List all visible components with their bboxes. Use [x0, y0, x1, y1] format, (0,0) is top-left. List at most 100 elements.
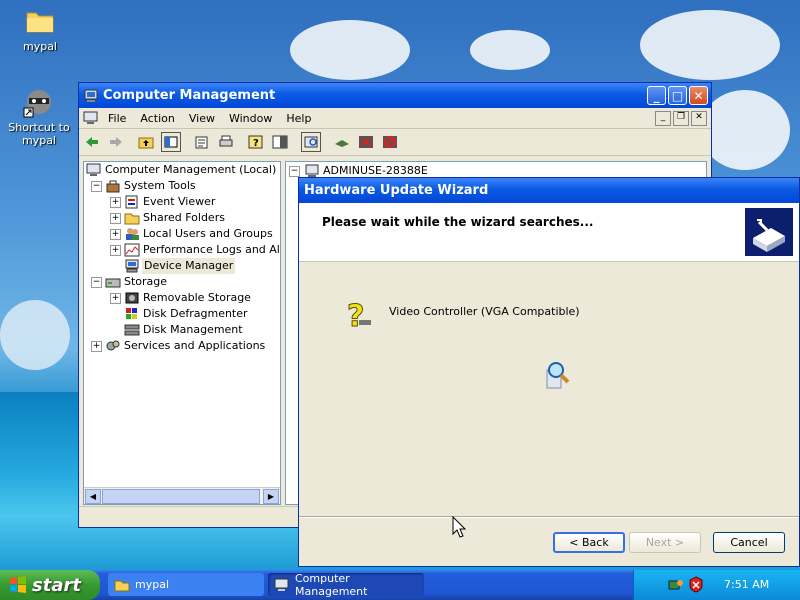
expand-toggle[interactable]: + — [110, 197, 121, 208]
next-button[interactable]: Next > — [629, 532, 701, 553]
menu-help[interactable]: Help — [279, 112, 318, 125]
mmc-icon — [83, 111, 99, 125]
collapse-toggle[interactable]: − — [91, 181, 102, 192]
close-button[interactable]: ✕ — [689, 86, 708, 105]
desktop-icon-label-line2: mypal — [21, 134, 56, 147]
security-shield-icon[interactable] — [688, 576, 704, 593]
system-tray: 7:51 AM — [633, 570, 800, 600]
raccoon-shortcut-icon — [23, 86, 55, 118]
mouse-cursor-icon — [452, 515, 467, 538]
disk-management-icon — [124, 323, 140, 337]
expand-toggle[interactable]: + — [110, 245, 121, 256]
hardware-wizard-icon — [745, 208, 793, 256]
taskbar-button-computer-management[interactable]: Computer Management — [268, 572, 424, 598]
tree-label-services-apps: Services and Applications — [124, 339, 266, 352]
menu-window[interactable]: Window — [222, 112, 279, 125]
forward-arrow-icon[interactable] — [107, 133, 125, 151]
desktop-icon-label-line1: Shortcut to — [8, 121, 70, 134]
up-folder-icon[interactable] — [137, 133, 155, 151]
computer-icon — [83, 88, 99, 104]
tree-item-root[interactable]: Computer Management (Local) — [84, 162, 280, 178]
properties-icon[interactable] — [193, 133, 211, 151]
svg-text:?: ? — [347, 299, 364, 332]
child-close-button[interactable]: ✕ — [691, 110, 707, 126]
help-icon[interactable]: ? — [247, 133, 265, 151]
tree-label-root: Computer Management (Local) — [105, 163, 277, 176]
tree-horizontal-scrollbar[interactable]: ◀ ▶ — [84, 487, 280, 504]
tree-item-perf-logs[interactable]: + Performance Logs and Alerts — [84, 242, 280, 258]
tree-item-storage[interactable]: − Storage — [84, 274, 280, 290]
minimize-button[interactable]: _ — [647, 86, 666, 105]
cm-titlebar[interactable]: Computer Management _ □ ✕ — [79, 83, 711, 108]
svg-text:?: ? — [253, 138, 259, 149]
desktop-icon-mypal[interactable]: mypal — [5, 5, 75, 53]
tree-item-device-manager[interactable]: Device Manager — [84, 258, 280, 274]
wizard-header: Please wait while the wizard searches... — [299, 203, 799, 262]
tree-item-services-apps[interactable]: + Services and Applications — [84, 338, 280, 354]
users-icon — [124, 227, 140, 241]
performance-icon — [124, 243, 140, 257]
event-viewer-icon — [124, 195, 140, 209]
tree-item-event-viewer[interactable]: + Event Viewer — [84, 194, 280, 210]
removable-storage-icon — [124, 291, 140, 305]
menu-view[interactable]: View — [182, 112, 222, 125]
collapse-toggle[interactable]: − — [289, 166, 300, 177]
back-button[interactable]: < Back — [553, 532, 625, 553]
expand-toggle[interactable]: + — [91, 341, 102, 352]
wizard-title: Hardware Update Wizard — [304, 183, 489, 198]
menu-file[interactable]: File — [101, 112, 133, 125]
tree-item-system-tools[interactable]: − System Tools — [84, 178, 280, 194]
tree-label-storage: Storage — [124, 275, 168, 288]
wizard-footer: < Back Next > Cancel — [299, 517, 799, 566]
start-button[interactable]: start — [0, 570, 100, 600]
network-icon[interactable] — [668, 577, 684, 593]
storage-icon — [105, 275, 121, 289]
close-icon: ✕ — [693, 88, 704, 103]
scroll-right-button[interactable]: ▶ — [263, 489, 279, 504]
computer-management-icon — [86, 163, 102, 177]
tree-label-event-viewer: Event Viewer — [143, 195, 216, 208]
menu-action[interactable]: Action — [133, 112, 181, 125]
taskbar-label: mypal — [135, 578, 170, 591]
expand-toggle[interactable]: + — [110, 213, 121, 224]
desktop-icon-shortcut-mypal[interactable]: Shortcut to mypal — [4, 86, 74, 147]
desktop-icon-label: mypal — [22, 40, 57, 53]
collapse-toggle[interactable]: − — [91, 277, 102, 288]
tree-item-disk-mgmt[interactable]: Disk Management — [84, 322, 280, 338]
print-icon[interactable] — [217, 133, 235, 151]
wizard-header-message: Please wait while the wizard searches... — [322, 215, 594, 229]
cm-menubar: File Action View Window Help _ ❐ ✕ — [79, 108, 711, 129]
device-manager-icon — [124, 259, 140, 273]
services-icon — [105, 339, 121, 353]
scroll-left-button[interactable]: ◀ — [85, 489, 101, 504]
tree-item-shared-folders[interactable]: + Shared Folders — [84, 210, 280, 226]
show-hide-tree-icon[interactable] — [161, 132, 181, 152]
taskbar-button-mypal[interactable]: mypal — [108, 573, 264, 596]
expand-toggle[interactable]: + — [110, 229, 121, 240]
child-minimize-button[interactable]: _ — [655, 110, 671, 126]
update-driver-icon[interactable] — [333, 133, 351, 151]
tree-item-disk-defrag[interactable]: Disk Defragmenter — [84, 306, 280, 322]
scroll-thumb[interactable] — [102, 489, 260, 504]
console-tree[interactable]: Computer Management (Local) − System Too… — [83, 161, 281, 505]
uninstall-icon[interactable] — [357, 133, 375, 151]
child-restore-button[interactable]: ❐ — [673, 110, 689, 126]
expand-toggle[interactable]: + — [110, 293, 121, 304]
cm-toolbar: ? — [79, 129, 711, 156]
back-arrow-icon[interactable] — [83, 133, 101, 151]
cancel-button[interactable]: Cancel — [713, 532, 785, 553]
hardware-update-wizard[interactable]: Hardware Update Wizard Please wait while… — [298, 177, 800, 567]
tree-label-shared-folders: Shared Folders — [143, 211, 225, 224]
minimize-icon: _ — [653, 88, 660, 103]
scan-hardware-icon[interactable] — [301, 132, 321, 152]
tree-item-removable-storage[interactable]: + Removable Storage — [84, 290, 280, 306]
taskbar: start mypal Computer Management ? ⇡⇣ 7:5… — [0, 570, 800, 600]
tree-label-perf-logs: Performance Logs and Alerts — [143, 243, 280, 256]
toolbox-icon — [105, 179, 121, 193]
tree-label-disk-mgmt: Disk Management — [143, 323, 243, 336]
wizard-titlebar[interactable]: Hardware Update Wizard — [299, 178, 799, 203]
disable-device-icon[interactable] — [381, 133, 399, 151]
console-tree-icon[interactable] — [271, 133, 289, 151]
maximize-button[interactable]: □ — [668, 86, 687, 105]
tree-item-local-users[interactable]: + Local Users and Groups — [84, 226, 280, 242]
